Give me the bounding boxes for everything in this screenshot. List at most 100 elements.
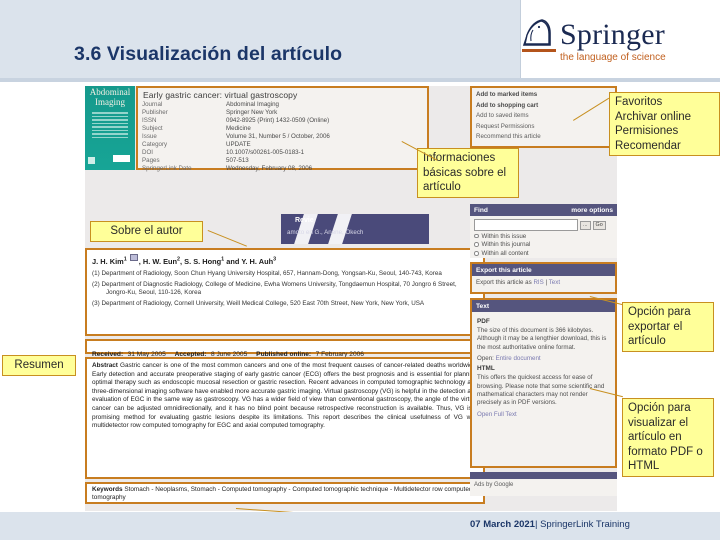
ads-label: Ads by Google [474,481,514,488]
springer-tagline: the language of science [560,52,666,63]
text-format-panel: Text PDF The size of this document is 36… [470,298,617,468]
metadata-row: Subject Medicine [142,125,423,133]
browse-button[interactable]: ... [580,220,591,230]
article-metadata-panel: Early gastric cancer: virtual gastroscop… [136,86,429,173]
springer-logo: Springer the language of science [518,16,693,68]
search-scope-radio[interactable]: Within all content [474,250,613,257]
cover-decoration [92,112,128,140]
cover-square [88,157,95,164]
abstract-label: Abstract [92,362,118,369]
journal-cover-title: Abdominal Imaging [89,87,131,107]
slide-header: 3.6 Visualización del artículo Springer … [0,0,720,78]
action-item[interactable]: Request Permissions [476,122,611,133]
abstract-panel: Abstract Gastric cancer is one of the mo… [85,357,485,479]
keywords-label: Keywords [92,486,123,493]
export-panel: Export this article Export this article … [470,262,617,294]
callout-summary: Resumen [2,355,76,376]
export-text-link[interactable]: Text [549,279,560,286]
article-title: Early gastric cancer: virtual gastroscop… [143,90,298,100]
logo-underline [522,49,556,52]
affiliations-list: (1) Department of Radiology, Soon Chun H… [92,270,478,308]
metadata-key: Pages [142,157,160,165]
review-banner-authors: amoto en G., Anene, Okech [287,229,364,236]
author-names: J. H. Kim1 , H. W. Eun2, S. S. Hong1 and… [92,254,478,266]
metadata-value: Medicine [226,125,251,133]
search-scope-radio[interactable]: Within this issue [474,233,613,240]
callout-favorites: Favoritos Archivar online Permisiones Re… [609,92,720,156]
metadata-row: Pages 507-513 [142,157,423,165]
html-description: This offers the quickest access for ease… [477,374,605,407]
export-prefix: Export this article as [476,279,534,286]
footer-text: 07 March 2021| SpringerLink Training [470,519,630,530]
find-panel-title: Find [474,206,488,214]
review-banner: Revie amoto en G., Anene, Okech [281,214,429,244]
metadata-key: SpringerLink Date [142,165,192,173]
ads-panel: Ads by Google [470,472,617,496]
publication-dates: Received: 31 May 2005 Accepted: 8 June 2… [85,339,485,358]
metadata-row: Journal Abdominal Imaging [142,101,423,109]
pdf-label: PDF [477,318,490,325]
radio-icon[interactable] [474,242,479,247]
radio-icon[interactable] [474,251,479,256]
metadata-value: 507-513 [226,157,249,165]
action-item[interactable]: Add to saved items [476,111,611,122]
export-links: Export this article as RIS | Text [472,276,615,289]
radio-label: Within this journal [481,241,531,249]
metadata-key: Subject [142,125,163,133]
callout-export-option: Opción para exportar el artículo [622,302,714,352]
metadata-key: Journal [142,101,163,109]
radio-label: Within all content [481,249,529,257]
callout-pdf-html-option: Opción para visualizar el artículo en fo… [622,398,714,477]
metadata-key: DOI [142,149,154,157]
pdf-open-prefix: Open: [477,355,496,363]
metadata-row: Issue Volume 31, Number 5 / October, 2006 [142,133,423,141]
cover-white-block [113,155,130,162]
pdf-open-link[interactable]: Entire document [496,355,541,362]
metadata-value: Volume 31, Number 5 / October, 2006 [226,133,330,141]
metadata-row: Category UPDATE [142,141,423,149]
abstract-text: Abstract Gastric cancer is one of the mo… [92,362,478,431]
corresponding-author-icon [129,254,138,261]
springerlink-screenshot: Abdominal Imaging Early gastric cancer: … [85,86,617,511]
radio-icon[interactable] [474,233,479,239]
metadata-key: ISSN [142,117,157,125]
springer-wordmark: Springer [560,18,665,51]
authors-panel: J. H. Kim1 , H. W. Eun2, S. S. Hong1 and… [85,248,485,336]
metadata-value: Wednesday, February 08, 2006 [226,165,313,173]
affiliation-item: (2) Department of Diagnostic Radiology, … [92,280,457,296]
metadata-value: UPDATE [226,141,251,149]
affiliation-item: (1) Department of Radiology, Soon Chun H… [92,269,442,277]
keywords-panel: Keywords Stomach - Neoplasms, Stomach - … [85,482,485,504]
metadata-row: Publisher Springer New York [142,109,423,117]
find-panel: more options Find ... Go Within this iss… [470,204,617,258]
page-title: 3.6 Visualización del artículo [74,43,343,65]
html-open-link[interactable]: Open Full Text [477,411,517,418]
export-ris-link[interactable]: RIS [533,279,543,286]
metadata-key: Issue [142,133,157,141]
metadata-row: DOI 10.1007/s00261-005-0183-1 [142,149,423,157]
go-button[interactable]: Go [592,220,606,230]
action-item[interactable]: Recommend this article [476,132,611,143]
metadata-row: ISSN 0942-8925 (Print) 1432-0509 (Online) [142,117,423,125]
journal-cover-image: Abdominal Imaging [85,86,135,170]
footer-label: SpringerLink Training [540,519,630,530]
text-panel-header: Text [472,300,615,312]
metadata-table: Journal Abdominal Imaging Publisher Springe… [142,101,423,173]
metadata-value: Springer New York [226,109,278,117]
html-label: HTML [477,365,495,373]
metadata-value: Abdominal Imaging [226,101,279,109]
header-divider [0,78,720,82]
export-panel-header: Export this article [472,264,615,276]
more-options-link[interactable]: more options [571,207,613,214]
ads-panel-header [470,472,617,479]
callout-article-info: Informaciones básicas sobre el artículo [417,148,519,198]
pdf-open-row: Open: Entire document [477,355,610,362]
action-item[interactable]: Add to marked items [476,90,611,101]
footer-date: 07 March 2021 [470,519,535,530]
search-input[interactable] [474,219,578,231]
article-actions-panel[interactable]: Add to marked items Add to shopping cart A… [470,86,617,148]
review-banner-title: Revie [295,217,314,224]
search-scope-radio[interactable]: Within this journal [474,241,613,248]
metadata-value: 0942-8925 (Print) 1432-0509 (Online) [226,117,330,125]
abstract-body: Gastric cancer is one of the most common… [92,362,479,430]
